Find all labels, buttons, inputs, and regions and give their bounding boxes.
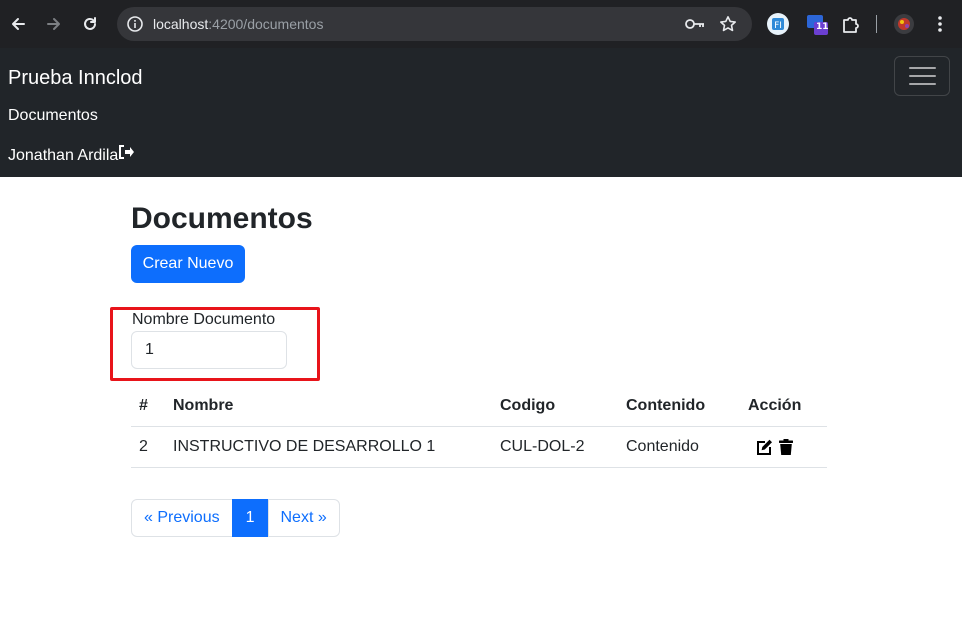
trash-icon[interactable]	[779, 438, 793, 455]
url-path: :4200/documentos	[208, 16, 324, 32]
pagination-page-1[interactable]: 1	[231, 499, 269, 537]
browser-toolbar: localhost:4200/documentos FI 11	[0, 0, 962, 48]
navbar-toggler-button[interactable]	[894, 56, 950, 96]
hamburger-line	[908, 83, 936, 85]
browser-menu-icon[interactable]	[928, 12, 952, 36]
create-new-button[interactable]: Crear Nuevo	[131, 245, 245, 283]
hamburger-line	[908, 67, 936, 69]
edit-icon[interactable]	[756, 439, 773, 455]
cell-actions	[740, 426, 827, 468]
user-name: Jonathan Ardila	[8, 147, 119, 164]
reload-icon[interactable]	[78, 12, 102, 36]
forward-arrow-icon[interactable]	[42, 12, 66, 36]
cell-nombre: INSTRUCTIVO DE DESARROLLO 1	[165, 426, 492, 468]
nav-link-documentos[interactable]: Documentos	[8, 106, 98, 126]
url-host: localhost	[153, 16, 209, 32]
column-header-nombre: Nombre	[165, 386, 492, 427]
app-navbar	[0, 48, 962, 177]
svg-text:FI: FI	[774, 21, 782, 31]
document-name-filter-input[interactable]: 1	[131, 331, 287, 369]
password-key-icon[interactable]	[685, 15, 705, 33]
nav-user[interactable]: Jonathan Ardila	[8, 144, 135, 166]
cell-id: 2	[131, 426, 165, 468]
table-header-row: # Nombre Codigo Contenido Acción	[131, 386, 827, 427]
cell-contenido: Contenido	[618, 426, 740, 468]
site-info-icon[interactable]	[126, 15, 144, 33]
extension-badge: 11	[816, 22, 829, 32]
profile-avatar-icon[interactable]	[892, 12, 916, 36]
url-text: localhost:4200/documentos	[153, 15, 323, 33]
pagination-previous[interactable]: « Previous	[131, 499, 233, 537]
extension-tabs-icon[interactable]: 11	[805, 12, 829, 36]
cell-codigo: CUL-DOL-2	[492, 426, 618, 468]
column-header-accion: Acción	[740, 386, 827, 427]
back-arrow-icon[interactable]	[6, 12, 30, 36]
navbar-brand[interactable]: Prueba Innclod	[8, 66, 143, 90]
pagination: « Previous 1 Next »	[131, 499, 340, 537]
extensions-puzzle-icon[interactable]	[839, 12, 863, 36]
hamburger-line	[908, 75, 936, 77]
column-header-codigo: Codigo	[492, 386, 618, 427]
column-header-contenido: Contenido	[618, 386, 740, 427]
logout-icon[interactable]	[118, 144, 135, 160]
toolbar-divider	[876, 15, 877, 33]
pagination-next[interactable]: Next »	[267, 499, 340, 537]
filter-label: Nombre Documento	[132, 311, 276, 328]
column-header-number: #	[131, 386, 165, 427]
page-title: Documentos	[131, 202, 313, 235]
bookmark-star-icon[interactable]	[718, 15, 738, 33]
address-bar[interactable]: localhost:4200/documentos	[117, 7, 752, 41]
documents-table: # Nombre Codigo Contenido Acción 2 INSTR…	[131, 386, 827, 468]
extension-fi-icon[interactable]: FI	[766, 12, 790, 36]
table-row: 2 INSTRUCTIVO DE DESARROLLO 1 CUL-DOL-2 …	[131, 426, 827, 468]
